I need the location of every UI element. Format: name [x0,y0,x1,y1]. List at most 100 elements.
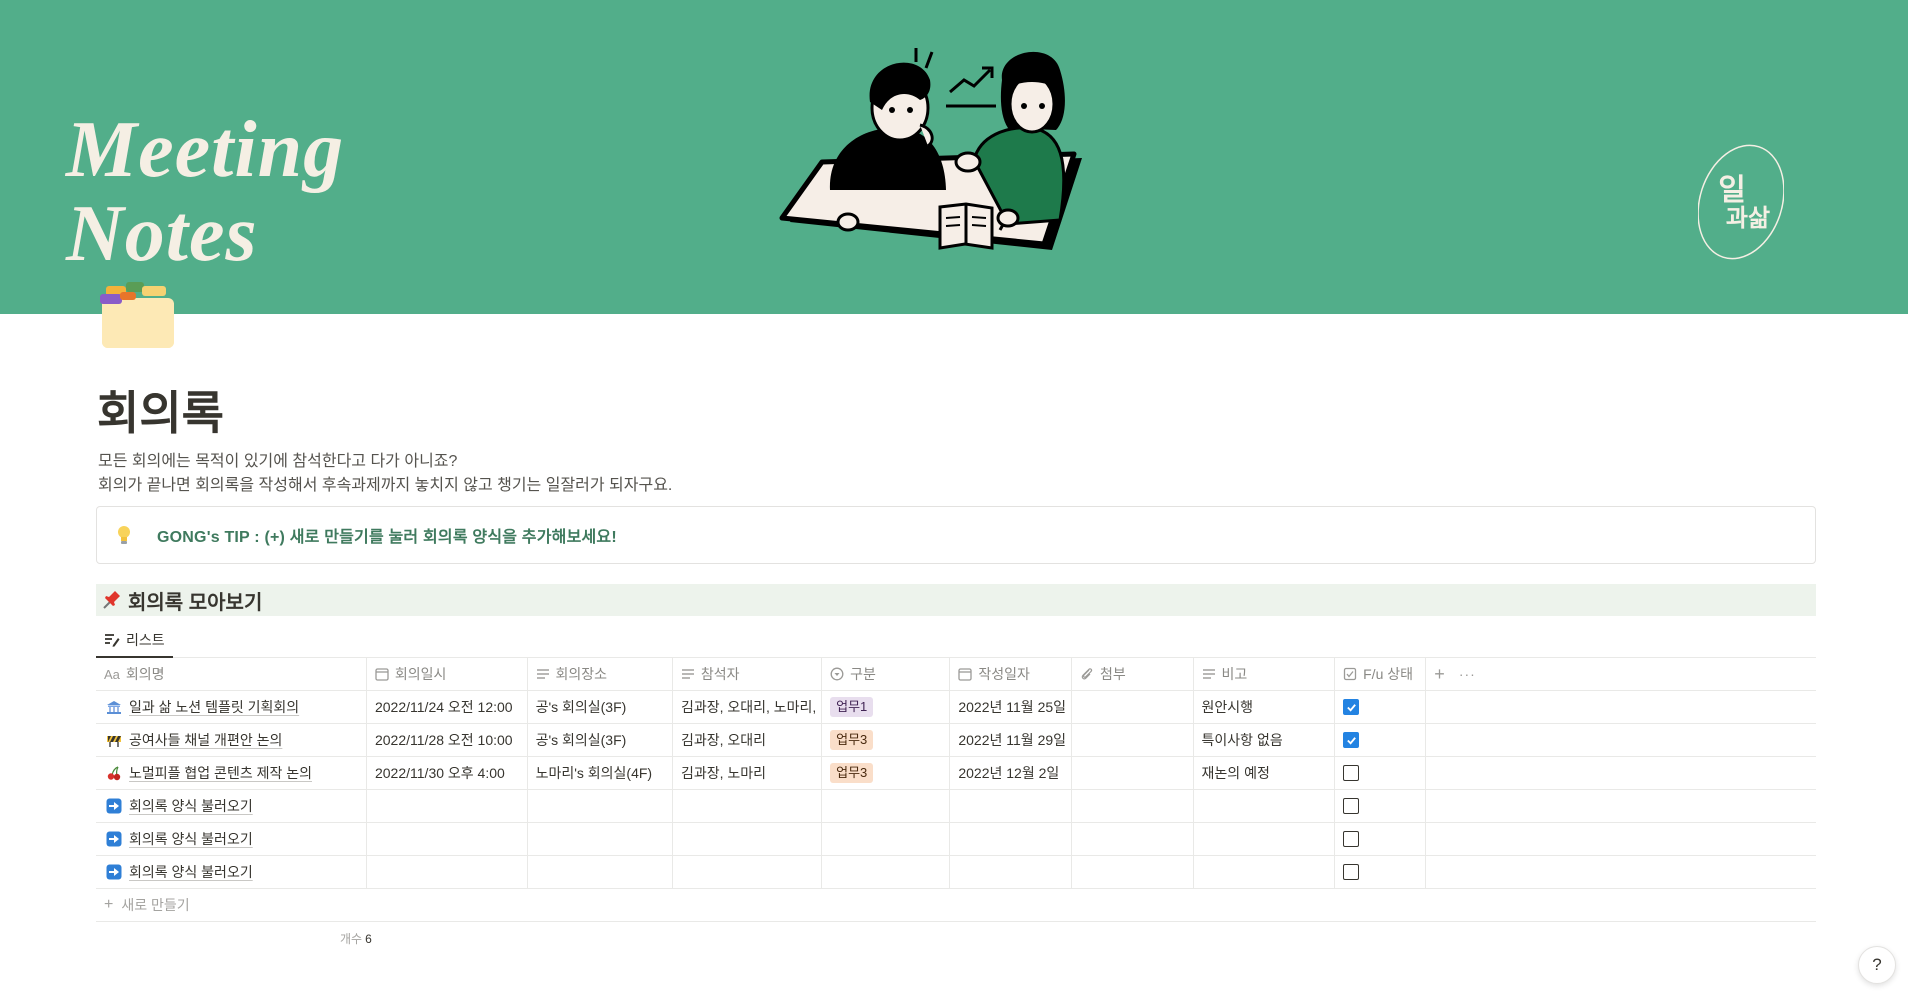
cell-written[interactable] [950,790,1072,822]
cell-place[interactable] [528,856,673,888]
cell-place[interactable]: 공's 회의실(3F) [528,691,673,723]
cell-type[interactable]: 업무3 [822,724,951,756]
tab-list-view[interactable]: 리스트 [96,624,173,658]
cell-status[interactable] [1335,757,1427,789]
cell-name[interactable]: 회의록 양식 불러오기 [96,823,367,855]
column-header-type[interactable]: 구분 [822,658,951,690]
cell-written[interactable] [950,856,1072,888]
cell-attach[interactable] [1072,724,1194,756]
column-header-note[interactable]: 비고 [1194,658,1336,690]
cell-datetime[interactable]: 2022/11/28 오전 10:00 [367,724,528,756]
cell-place[interactable]: 노마리's 회의실(4F) [528,757,673,789]
cell-attendees[interactable] [673,856,823,888]
meeting-name-link[interactable]: 일과 삶 노션 템플릿 기획회의 [129,697,299,717]
column-header-label: 비고 [1221,666,1248,682]
cell-attach[interactable] [1072,691,1194,723]
column-header-attendees[interactable]: 참석자 [673,658,823,690]
cell-type[interactable]: 업무1 [822,691,951,723]
cell-attendees[interactable] [673,823,823,855]
cell-empty [1426,691,1816,723]
cell-attendees[interactable]: 김과장, 오대리, 노마리, [673,691,823,723]
column-header-name[interactable]: Aa 회의명 [96,658,367,690]
status-checkbox[interactable] [1343,765,1360,781]
cell-attendees[interactable]: 김과장, 오대리 [673,724,823,756]
cell-datetime[interactable]: 2022/11/30 오후 4:00 [367,757,528,789]
cell-written[interactable]: 2022년 11월 29일 [950,724,1072,756]
meeting-name-link[interactable]: 회의록 양식 불러오기 [129,862,253,882]
cell-type[interactable]: 업무3 [822,757,951,789]
new-row-label: 새로 만들기 [121,897,190,913]
cell-empty [1426,856,1816,888]
cell-datetime[interactable] [367,823,528,855]
cell-attendees[interactable]: 김과장, 노마리 [673,757,823,789]
status-checkbox[interactable] [1343,699,1360,715]
table-row[interactable]: 공여사들 채널 개편안 논의 2022/11/28 오전 10:00 공's 회의실… [96,724,1816,757]
cell-datetime[interactable]: 2022/11/24 오전 12:00 [367,691,528,723]
status-checkbox[interactable] [1343,798,1360,814]
status-checkbox[interactable] [1343,831,1360,847]
meeting-name-link[interactable]: 회의록 양식 불러오기 [129,796,253,816]
meeting-name-link[interactable]: 회의록 양식 불러오기 [129,829,253,849]
cell-attach[interactable] [1072,757,1194,789]
cell-place[interactable] [528,823,673,855]
cell-empty [1426,724,1816,756]
cell-type[interactable] [822,823,951,855]
cell-type[interactable] [822,790,951,822]
cell-written[interactable]: 2022년 12월 2일 [950,757,1072,789]
card-index-folder-icon[interactable] [98,276,178,352]
cell-name[interactable]: 회의록 양식 불러오기 [96,790,367,822]
view-tabs: 리스트 [96,624,1816,658]
cell-name[interactable]: 공여사들 채널 개편안 논의 [96,724,367,756]
cell-note[interactable] [1194,856,1336,888]
cell-status[interactable] [1335,856,1427,888]
cell-note[interactable] [1194,790,1336,822]
cell-datetime[interactable] [367,790,528,822]
cell-attendees[interactable] [673,790,823,822]
bank-icon [106,699,122,715]
cell-note[interactable]: 특이사항 없음 [1194,724,1336,756]
cell-status[interactable] [1335,691,1427,723]
description-line: 모든 회의에는 목적이 있기에 참석한다고 다가 아니죠? [98,453,458,470]
cell-name[interactable]: 회의록 양식 불러오기 [96,856,367,888]
type-tag: 업무3 [830,730,874,750]
cell-status[interactable] [1335,790,1427,822]
help-button[interactable]: ? [1858,946,1896,984]
column-header-status[interactable]: F/u 상태 [1335,658,1427,690]
column-header-written[interactable]: 작성일자 [950,658,1072,690]
cell-datetime[interactable] [367,856,528,888]
cell-place[interactable]: 공's 회의실(3F) [528,724,673,756]
meeting-name-link[interactable]: 공여사들 채널 개편안 논의 [129,730,282,750]
table-row[interactable]: 일과 삶 노션 템플릿 기획회의 2022/11/24 오전 12:00 공's 회… [96,691,1816,724]
cell-status[interactable] [1335,823,1427,855]
status-checkbox[interactable] [1343,864,1360,880]
column-header-datetime[interactable]: 회의일시 [367,658,528,690]
table-row[interactable]: 회의록 양식 불러오기 [96,823,1816,856]
table-row[interactable]: 회의록 양식 불러오기 [96,856,1816,889]
cell-attach[interactable] [1072,856,1194,888]
status-checkbox[interactable] [1343,732,1360,748]
cell-place[interactable] [528,790,673,822]
cell-status[interactable] [1335,724,1427,756]
cell-type[interactable] [822,856,951,888]
column-header-attach[interactable]: 첨부 [1072,658,1194,690]
table-row[interactable]: 노멀피플 협업 콘텐츠 제작 논의 2022/11/30 오후 4:00 노마리's… [96,757,1816,790]
cell-note[interactable]: 원안시행 [1194,691,1336,723]
page-title[interactable]: 회의록 [97,385,224,441]
cell-attach[interactable] [1072,823,1194,855]
column-header-place[interactable]: 회의장소 [528,658,673,690]
cell-name[interactable]: 노멀피플 협업 콘텐츠 제작 논의 [96,757,367,789]
cell-written[interactable]: 2022년 11월 25일 [950,691,1072,723]
plus-icon: + [104,896,114,913]
count-label: 개수 [340,932,363,946]
table-row[interactable]: 회의록 양식 불러오기 [96,790,1816,823]
meeting-name-link[interactable]: 노멀피플 협업 콘텐츠 제작 논의 [129,763,312,783]
more-options-button[interactable]: ··· [1459,666,1476,682]
page-description: 모든 회의에는 목적이 있기에 참석한다고 다가 아니죠? 회의가 끝나면 회의… [98,450,672,498]
add-column-button[interactable]: + [1434,664,1445,685]
cell-name[interactable]: 일과 삶 노션 템플릿 기획회의 [96,691,367,723]
cell-note[interactable]: 재논의 예정 [1194,757,1336,789]
cell-attach[interactable] [1072,790,1194,822]
cell-note[interactable] [1194,823,1336,855]
cell-written[interactable] [950,823,1072,855]
new-row-button[interactable]: + 새로 만들기 [96,889,1816,922]
